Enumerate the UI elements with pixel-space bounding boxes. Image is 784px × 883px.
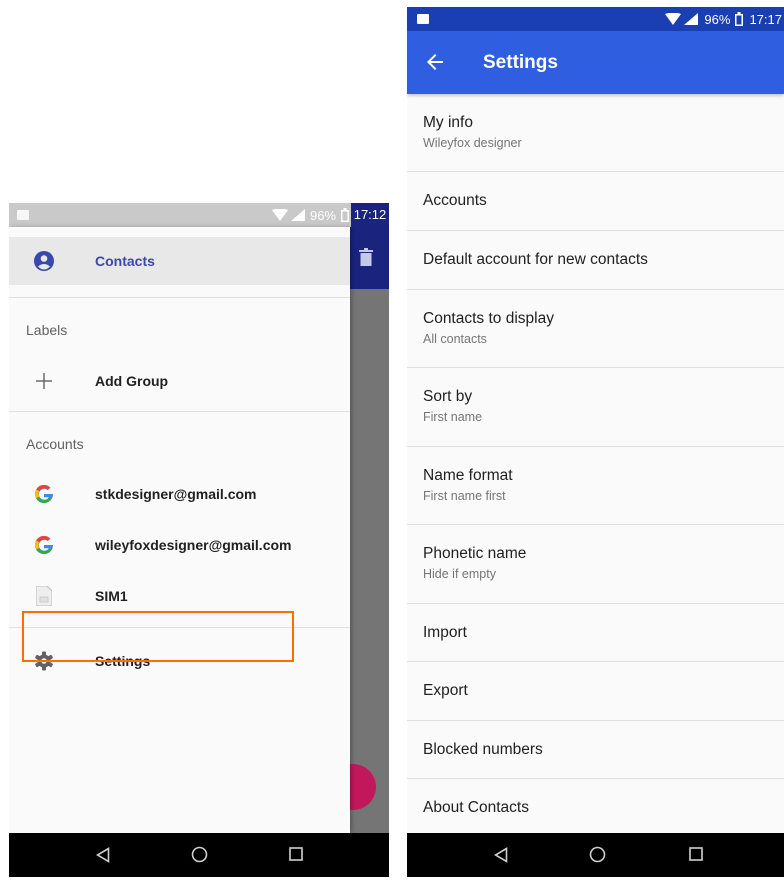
account-circle-icon xyxy=(32,249,56,273)
navigation-drawer: Contacts Labels Add Group Accounts stkde… xyxy=(9,227,350,833)
drawer-item-contacts[interactable]: Contacts xyxy=(9,237,350,285)
google-icon xyxy=(32,533,56,557)
account-email: wileyfoxdesigner@gmail.com xyxy=(95,537,292,553)
status-time: 17:17 xyxy=(749,11,782,27)
setting-sort-by[interactable]: Sort by First name xyxy=(407,368,784,447)
sim-card-icon xyxy=(32,584,56,608)
back-nav-icon[interactable] xyxy=(494,847,508,863)
wifi-icon xyxy=(665,13,682,25)
home-nav-icon[interactable] xyxy=(589,846,606,863)
setting-title: Import xyxy=(423,624,467,641)
delete-icon xyxy=(359,248,373,266)
status-bar: 96% 17:17 xyxy=(407,7,784,31)
setting-title: Name format xyxy=(423,467,513,484)
google-icon xyxy=(32,482,56,506)
account-label: SIM1 xyxy=(95,588,128,604)
setting-title: Sort by xyxy=(423,388,473,405)
drawer-item-add-group[interactable]: Add Group xyxy=(9,357,350,405)
page-title: Settings xyxy=(483,52,558,73)
navigation-bar xyxy=(9,833,389,877)
battery-icon xyxy=(341,208,349,222)
navigation-bar xyxy=(407,833,784,877)
setting-default-account[interactable]: Default account for new contacts xyxy=(407,231,784,290)
signal-icon xyxy=(684,13,699,25)
drawer-item-label: Contacts xyxy=(95,253,155,269)
setting-my-info[interactable]: My info Wileyfox designer xyxy=(407,94,784,172)
setting-contacts-to-display[interactable]: Contacts to display All contacts xyxy=(407,290,784,368)
setting-accounts[interactable]: Accounts xyxy=(407,172,784,231)
status-bar: 96% 17:12 xyxy=(9,203,389,227)
wifi-icon xyxy=(271,209,288,221)
setting-title: Default account for new contacts xyxy=(423,251,648,268)
image-notification-icon xyxy=(17,210,29,220)
setting-import[interactable]: Import xyxy=(407,604,784,662)
setting-subtitle: First name first xyxy=(423,489,506,503)
setting-export[interactable]: Export xyxy=(407,662,784,721)
home-nav-icon[interactable] xyxy=(191,846,208,863)
setting-subtitle: Wileyfox designer xyxy=(423,136,522,150)
setting-phonetic-name[interactable]: Phonetic name Hide if empty xyxy=(407,525,784,604)
account-email: stkdesigner@gmail.com xyxy=(95,486,257,502)
setting-subtitle: First name xyxy=(423,410,483,424)
battery-percent: 96% xyxy=(704,11,731,27)
signal-icon xyxy=(290,209,305,221)
setting-name-format[interactable]: Name format First name first xyxy=(407,447,784,525)
setting-title: Blocked numbers xyxy=(423,741,543,758)
background-app-content xyxy=(330,227,389,833)
setting-title: Phonetic name xyxy=(423,545,527,562)
plus-icon xyxy=(32,369,56,393)
setting-title: My info xyxy=(423,114,473,131)
setting-title: Export xyxy=(423,682,468,699)
setting-title: Accounts xyxy=(423,192,487,209)
setting-about-contacts[interactable]: About Contacts xyxy=(407,779,784,833)
back-nav-icon[interactable] xyxy=(96,847,110,863)
drawer-item-label: Add Group xyxy=(95,373,169,389)
recents-nav-icon[interactable] xyxy=(689,847,703,861)
app-toolbar: Settings xyxy=(407,31,784,94)
battery-icon xyxy=(735,12,744,26)
drawer-item-account[interactable]: stkdesigner@gmail.com xyxy=(9,470,350,518)
setting-title: About Contacts xyxy=(423,799,529,816)
setting-blocked-numbers[interactable]: Blocked numbers xyxy=(407,721,784,779)
accounts-header: Accounts xyxy=(26,436,84,452)
settings-highlight-box xyxy=(22,611,294,662)
recents-nav-icon[interactable] xyxy=(289,847,303,861)
right-phone-screen: 96% 17:17 Settings My info Wileyfox desi… xyxy=(407,7,784,877)
setting-subtitle: All contacts xyxy=(423,332,487,346)
labels-header: Labels xyxy=(26,322,68,338)
image-notification-icon xyxy=(417,14,429,24)
divider xyxy=(9,411,350,412)
setting-title: Contacts to display xyxy=(423,310,554,327)
back-arrow-icon[interactable] xyxy=(423,50,447,74)
divider xyxy=(9,297,350,298)
status-time: 17:12 xyxy=(351,203,389,227)
setting-subtitle: Hide if empty xyxy=(423,567,496,581)
drawer-item-account[interactable]: wileyfoxdesigner@gmail.com xyxy=(9,521,350,569)
battery-percent: 96% xyxy=(309,207,336,223)
left-phone-screen: 96% 17:12 Contacts Labels Add Group Acco… xyxy=(9,203,389,877)
